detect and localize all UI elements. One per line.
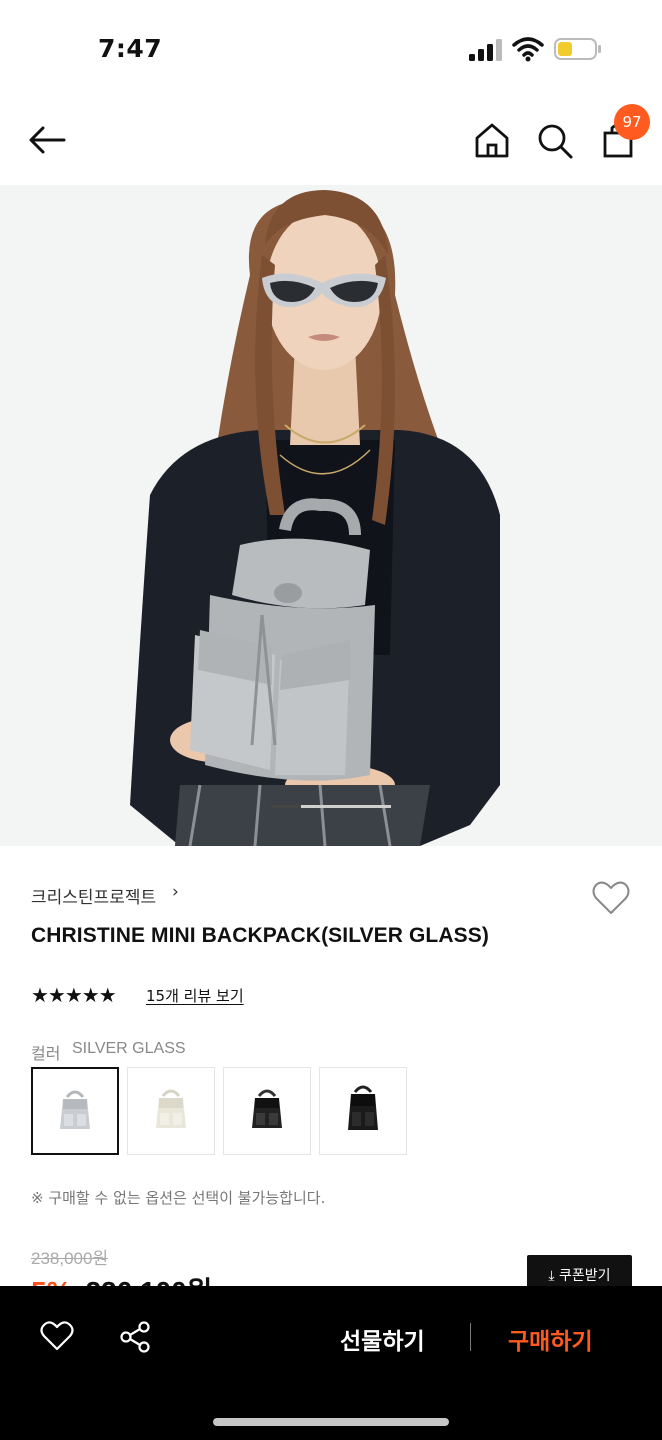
black-backpack-thumbnail: [348, 1085, 378, 1130]
color-swatch-black[interactable]: [319, 1067, 407, 1155]
image-pager-indicator: [271, 805, 391, 808]
review-link[interactable]: 15개 리뷰 보기: [146, 985, 244, 1006]
product-title: CHRISTINE MINI BACKPACK(SILVER GLASS): [31, 924, 489, 947]
wishlist-heart-icon[interactable]: [592, 880, 630, 916]
color-swatch-cream[interactable]: [127, 1067, 215, 1155]
status-time: 7:47: [98, 34, 163, 63]
wifi-icon: [512, 37, 544, 62]
share-icon[interactable]: [118, 1320, 152, 1354]
cellular-signal-icon: [469, 39, 502, 61]
bottom-wishlist-heart-icon[interactable]: [40, 1320, 74, 1352]
color-swatch-black-glossy[interactable]: [223, 1067, 311, 1155]
bottom-action-bar: [0, 1286, 662, 1440]
gift-button[interactable]: 선물하기: [340, 1322, 425, 1356]
search-icon[interactable]: [534, 118, 576, 162]
color-option-label: 컬러: [31, 1044, 61, 1063]
brand-link[interactable]: 크리스틴프로젝트: [31, 883, 156, 908]
home-icon[interactable]: [472, 118, 512, 162]
battery-icon: [554, 38, 601, 60]
status-bar: 7:47: [0, 0, 662, 100]
original-price: 238,000원: [31, 1249, 109, 1268]
cart-count-badge: 97: [614, 104, 650, 140]
black-glossy-backpack-thumbnail: [252, 1089, 282, 1128]
buy-button[interactable]: 구매하기: [508, 1322, 593, 1356]
top-nav: [0, 100, 662, 184]
model-photo: [0, 185, 662, 846]
image-pager-active: [271, 805, 301, 808]
brand-chevron-icon[interactable]: ›: [172, 882, 179, 902]
cream-backpack-thumbnail: [156, 1089, 186, 1128]
rating-stars: ★★★★★: [31, 983, 117, 1007]
option-notice: ※ 구매할 수 없는 옵션은 선택이 불가능합니다.: [31, 1189, 326, 1207]
back-arrow-icon[interactable]: [26, 118, 70, 162]
color-option-value: SILVER GLASS: [72, 1040, 186, 1057]
bottom-bar-divider: [470, 1323, 471, 1351]
home-indicator: [213, 1418, 449, 1426]
product-image[interactable]: [0, 185, 662, 846]
color-swatch-silver[interactable]: [31, 1067, 119, 1155]
silver-backpack-thumbnail: [60, 1090, 90, 1129]
